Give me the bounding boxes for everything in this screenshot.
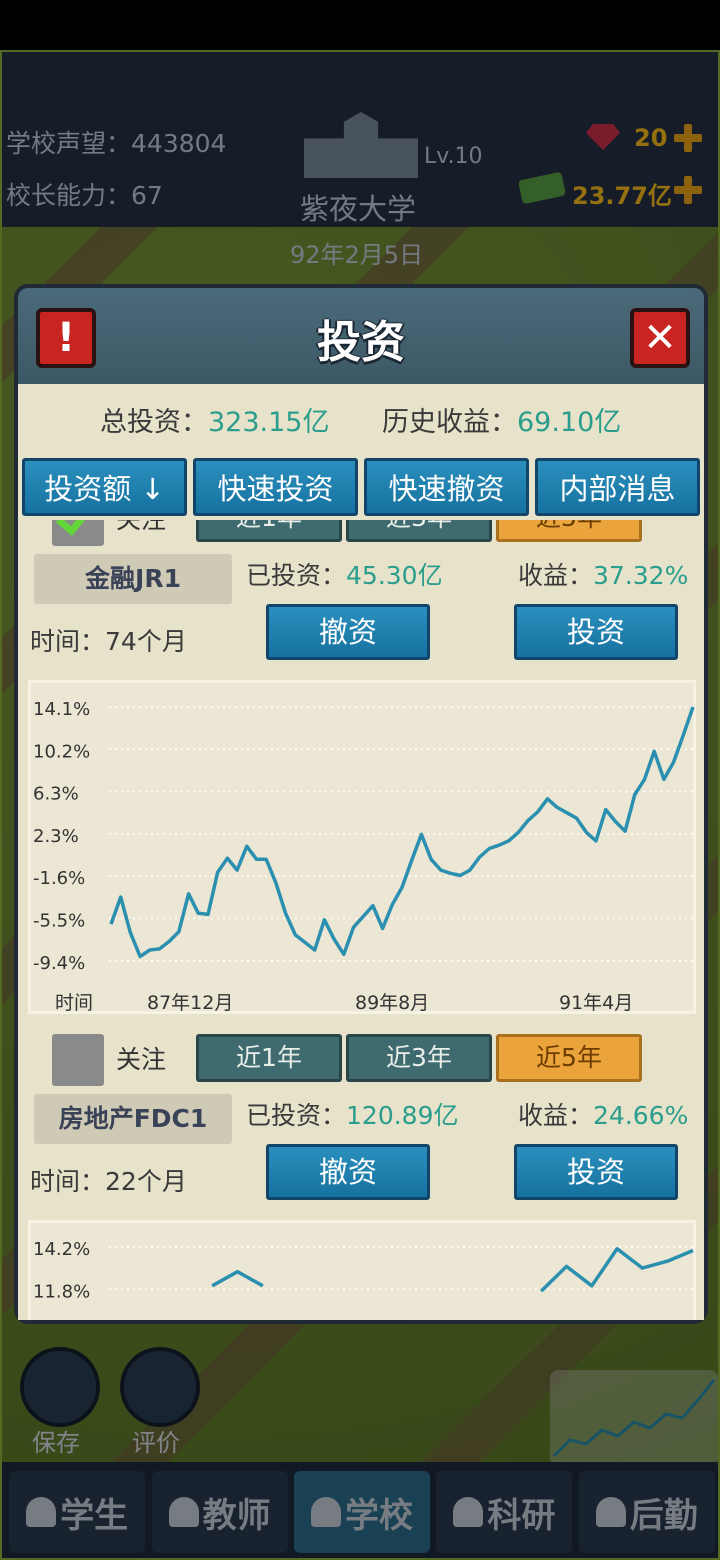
chart-svg: 14.2% 11.8% — [33, 1239, 694, 1302]
follow-label: 关注 — [116, 1045, 167, 1074]
invested-amount: 已投资：120.89亿 — [246, 1101, 459, 1130]
series-line — [539, 1247, 694, 1293]
follow-checkbox[interactable] — [52, 520, 104, 546]
range-3y-button[interactable]: 近3年 — [346, 1034, 492, 1082]
investment-summary: 总投资：323.15亿 历史收益：69.10亿 — [18, 384, 704, 458]
investment-list[interactable]: 关注 近1年 近3年 近5年 金融JR1 已投资：45.30亿 收益：37.32… — [18, 520, 704, 1320]
y-tick-label: -5.5% — [33, 911, 85, 932]
return-rate: 收益：24.66% — [518, 1101, 689, 1130]
investment-dialog: 投资 ! ✕ 总投资：323.15亿 历史收益：69.10亿 投资额 ↓ 快速投… — [14, 284, 708, 1324]
alert-icon[interactable]: ! — [36, 308, 96, 368]
dialog-title: 投资 — [317, 317, 405, 368]
quick-invest-button[interactable]: 快速投资 — [193, 458, 358, 516]
insider-news-button[interactable]: 内部消息 — [535, 458, 700, 516]
quick-withdraw-button[interactable]: 快速撤资 — [364, 458, 529, 516]
follow-checkbox[interactable] — [52, 1034, 104, 1086]
close-button[interactable]: ✕ — [630, 308, 690, 368]
historical-return: 历史收益：69.10亿 — [382, 407, 622, 438]
return-rate: 收益：37.32% — [518, 561, 689, 590]
dialog-header: 投资 ! ✕ — [18, 288, 704, 384]
list-item: 关注 近1年 近3年 近5年 金融JR1 已投资：45.30亿 收益：37.32… — [24, 520, 696, 1014]
y-tick-label: 2.3% — [33, 826, 79, 847]
y-tick-label: 6.3% — [33, 784, 79, 805]
invest-button[interactable]: 投资 — [514, 1144, 678, 1200]
investment-duration: 时间：22个月 — [30, 1167, 187, 1196]
return-chart: 14.2% 11.8% — [28, 1220, 696, 1320]
list-item: 关注 近1年 近3年 近5年 房地产FDC1 已投资：120.89亿 收益：24… — [24, 1024, 696, 1320]
y-tick-label: -9.4% — [33, 953, 85, 974]
total-investment: 总投资：323.15亿 — [100, 407, 330, 438]
investment-name: 金融JR1 — [34, 554, 232, 604]
y-tick-label: 10.2% — [33, 741, 90, 762]
dialog-body: 总投资：323.15亿 历史收益：69.10亿 投资额 ↓ 快速投资 快速撤资 … — [18, 384, 704, 1320]
investment-name: 房地产FDC1 — [34, 1094, 232, 1144]
x-tick-label: 87年12月 — [147, 992, 233, 1014]
action-buttons: 投资额 ↓ 快速投资 快速撤资 内部消息 — [18, 458, 704, 520]
return-chart: 14.1% 10.2% 6.3% 2.3% -1.6% -5.5% -9.4% 时间 87年12… — [28, 680, 696, 1014]
range-1y-button[interactable]: 近1年 — [196, 520, 342, 542]
investment-duration: 时间：74个月 — [30, 627, 187, 656]
invest-button[interactable]: 投资 — [514, 604, 678, 660]
series-line — [211, 1269, 264, 1288]
chart-svg: 14.1% 10.2% 6.3% 2.3% -1.6% -5.5% -9.4% 时间 87年12… — [33, 699, 695, 1014]
range-5y-button[interactable]: 近5年 — [496, 1034, 642, 1082]
series-line — [109, 706, 695, 959]
range-5y-button[interactable]: 近5年 — [496, 520, 642, 542]
withdraw-button[interactable]: 撤资 — [266, 1144, 430, 1200]
y-tick-label: -1.6% — [33, 868, 85, 889]
y-tick-label: 11.8% — [33, 1281, 90, 1302]
range-3y-button[interactable]: 近3年 — [346, 520, 492, 542]
range-1y-button[interactable]: 近1年 — [196, 1034, 342, 1082]
invested-amount: 已投资：45.30亿 — [246, 561, 443, 590]
y-tick-label: 14.2% — [33, 1239, 90, 1260]
x-tick-label: 91年4月 — [559, 992, 633, 1014]
follow-label: 关注 — [116, 520, 166, 536]
withdraw-button[interactable]: 撤资 — [266, 604, 430, 660]
x-axis-label: 时间 — [55, 992, 93, 1014]
sort-by-amount-button[interactable]: 投资额 ↓ — [22, 458, 187, 516]
y-tick-label: 14.1% — [33, 699, 90, 720]
x-tick-label: 89年8月 — [355, 992, 429, 1014]
